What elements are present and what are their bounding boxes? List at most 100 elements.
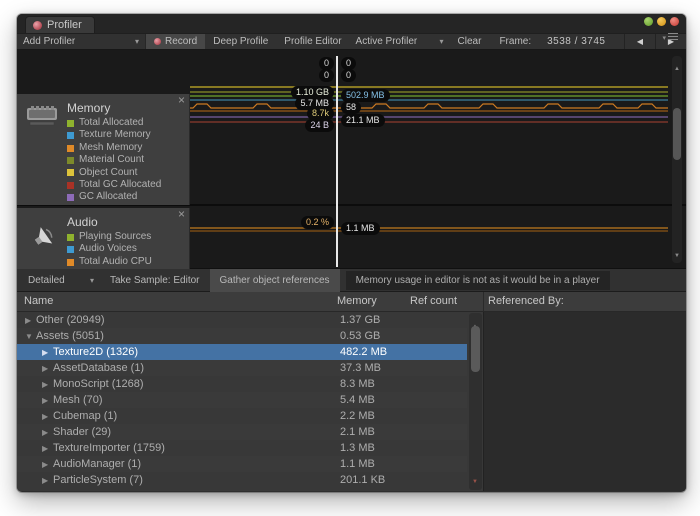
table-row[interactable]: ▶Cubemap (1)2.2 MB: [17, 408, 467, 424]
frame-cursor[interactable]: [336, 56, 338, 267]
window-button-green[interactable]: [644, 17, 653, 26]
foldout-closed-icon[interactable]: ▶: [42, 460, 53, 469]
table-row[interactable]: ▶TextureImporter (1759)1.3 MB: [17, 440, 467, 456]
take-sample-label: Take Sample: Editor: [110, 275, 200, 286]
row-name: Other (20949): [36, 314, 104, 326]
arrow-left-icon: [637, 36, 643, 47]
close-icon[interactable]: [178, 94, 185, 106]
previous-frame-button[interactable]: [624, 34, 655, 49]
record-icon: [154, 38, 161, 45]
tab-bar: Profiler: [17, 14, 686, 33]
row-memory: 0.53 GB: [340, 330, 380, 342]
table-row[interactable]: ▶MonoScript (1268) 8.3 MB: [17, 376, 467, 392]
profiler-toolbar: Add Profiler Record Deep Profile Profile…: [17, 33, 686, 50]
pane-divider: [483, 292, 484, 311]
gather-label: Gather object references: [220, 275, 330, 286]
legend-item[interactable]: Material Count: [67, 154, 189, 166]
scrollbar-thumb[interactable]: [673, 108, 681, 160]
window-buttons: [644, 17, 679, 26]
active-profiler-label: Active Profiler: [356, 36, 418, 47]
foldout-closed-icon[interactable]: ▶: [42, 412, 53, 421]
legend-swatch: [67, 169, 74, 176]
window-button-yellow[interactable]: [657, 17, 666, 26]
column-header-memory[interactable]: Memory: [337, 295, 377, 307]
row-memory: 482.2 MB: [340, 346, 387, 358]
list-menu-icon: [668, 33, 678, 40]
profiler-icon: [33, 21, 42, 30]
table-row[interactable]: ▶AssetDatabase (1)37.3 MB: [17, 360, 467, 376]
take-sample-button[interactable]: Take Sample: Editor: [100, 269, 210, 291]
charts-area[interactable]: 001.10 GB5.7 MB8.7k24 B00502.9 MB5821.1 …: [17, 50, 686, 269]
foldout-closed-icon[interactable]: ▶: [42, 444, 53, 453]
row-memory: 37.3 MB: [340, 362, 381, 374]
scroll-up-icon[interactable]: [674, 57, 680, 75]
foldout-closed-icon[interactable]: ▶: [42, 380, 53, 389]
detail-view-dropdown[interactable]: Detailed: [22, 269, 100, 291]
record-button[interactable]: Record: [146, 34, 205, 49]
cursor-value-pill: 24 B: [305, 119, 334, 132]
legend-label: Total Audio CPU: [79, 256, 152, 268]
gather-object-references-toggle[interactable]: Gather object references: [210, 269, 340, 292]
column-header-ref-count[interactable]: Ref count: [410, 295, 457, 307]
add-profiler-dropdown[interactable]: Add Profiler: [17, 34, 145, 49]
table-row[interactable]: ▶ParticleSystem (7)201.1 KB: [17, 472, 467, 488]
scrollbar-thumb[interactable]: [471, 326, 480, 372]
row-name: Texture2D (1326): [53, 346, 138, 358]
row-memory: 8.3 MB: [340, 378, 375, 390]
referenced-by-header: Referenced By:: [488, 295, 564, 307]
table-scrollbar[interactable]: [469, 313, 482, 490]
legend-item[interactable]: Total GC Allocated: [67, 179, 189, 191]
profile-editor-button[interactable]: Profile Editor: [276, 34, 349, 49]
row-memory: 2.2 MB: [340, 410, 375, 422]
legend-swatch: [67, 145, 74, 152]
cursor-value-pill: 0: [319, 69, 334, 82]
cursor-value-pill: 21.1 MB: [341, 114, 385, 127]
scroll-down-icon[interactable]: [674, 244, 680, 262]
legend-item[interactable]: Audio Voices: [67, 243, 189, 255]
foldout-closed-icon[interactable]: ▶: [42, 428, 53, 437]
table-row[interactable]: ▶Texture2D (1326) 482.2 MB: [17, 344, 467, 360]
active-profiler-dropdown[interactable]: Active Profiler: [350, 34, 450, 49]
legend-item[interactable]: Total Audio CPU: [67, 256, 189, 268]
legend-item[interactable]: Object Count: [67, 167, 189, 179]
row-name: TextureImporter (1759): [53, 442, 165, 454]
row-name: ParticleSystem (7): [53, 474, 143, 486]
charts-scrollbar[interactable]: [672, 56, 682, 263]
scroll-down-icon[interactable]: [472, 470, 478, 488]
foldout-closed-icon[interactable]: ▶: [42, 364, 53, 373]
chevron-down-icon: [440, 36, 444, 47]
referenced-by-pane: [483, 312, 686, 491]
profile-editor-label: Profile Editor: [284, 36, 341, 47]
clear-button[interactable]: Clear: [450, 34, 490, 49]
legend-label: Texture Memory: [79, 129, 151, 141]
foldout-closed-icon[interactable]: ▶: [25, 316, 36, 325]
column-header-name[interactable]: Name: [24, 295, 53, 307]
legend-swatch: [67, 120, 74, 127]
table-rows: ▶Other (20949)1.37 GB ▼Assets (5051) 0.53 …: [17, 312, 467, 488]
row-name: MonoScript (1268): [53, 378, 144, 390]
foldout-closed-icon[interactable]: ▶: [42, 348, 53, 357]
deep-profile-button[interactable]: Deep Profile: [205, 34, 276, 49]
window-button-red[interactable]: [670, 17, 679, 26]
foldout-closed-icon[interactable]: ▶: [42, 396, 53, 405]
table-row[interactable]: ▶Other (20949)1.37 GB: [17, 312, 467, 328]
pane-menu[interactable]: [662, 27, 678, 45]
close-icon[interactable]: [178, 208, 185, 220]
foldout-open-icon[interactable]: ▼: [25, 332, 36, 341]
table-row[interactable]: ▶Shader (29)2.1 MB: [17, 424, 467, 440]
table-row[interactable]: ▶AudioManager (1)1.1 MB: [17, 456, 467, 472]
legend-item[interactable]: Playing Sources: [67, 231, 189, 243]
legend-item[interactable]: Texture Memory: [67, 129, 189, 141]
legend-item[interactable]: Total Allocated: [67, 117, 189, 129]
row-name: Assets (5051): [36, 330, 104, 342]
memory-ram-icon: [26, 104, 58, 128]
frame-value: 3538 / 3745: [547, 36, 605, 47]
legend-item[interactable]: GC Allocated: [67, 191, 189, 203]
legend-item[interactable]: Mesh Memory: [67, 142, 189, 154]
cursor-value-pill: 0: [341, 69, 356, 82]
foldout-closed-icon[interactable]: ▶: [42, 476, 53, 485]
table-row[interactable]: ▼Assets (5051) 0.53 GB: [17, 328, 467, 344]
legend-swatch: [67, 234, 74, 241]
tab-profiler[interactable]: Profiler: [25, 16, 95, 33]
table-row[interactable]: ▶Mesh (70)5.4 MB: [17, 392, 467, 408]
